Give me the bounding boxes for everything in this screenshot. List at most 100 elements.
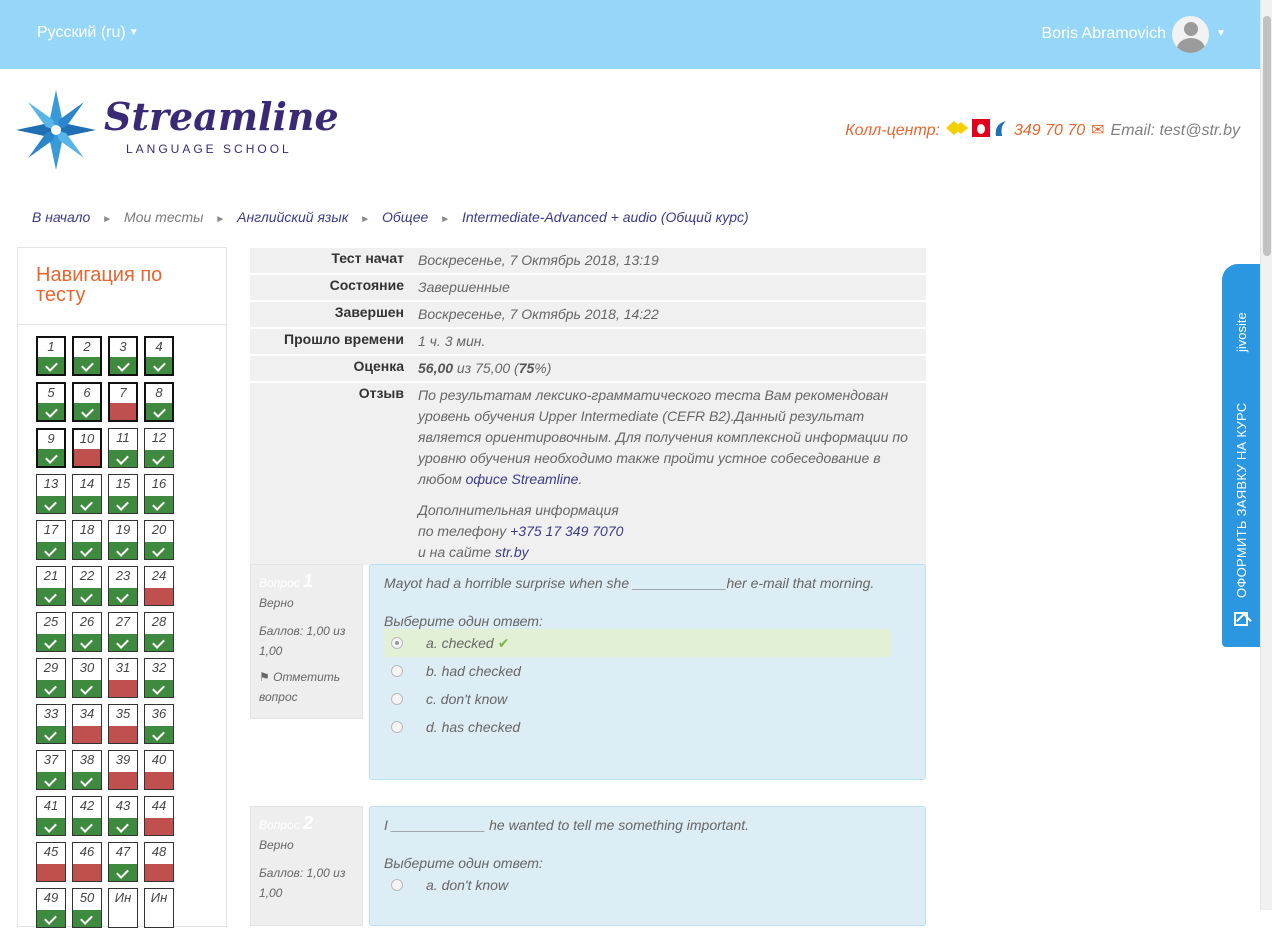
quiz-nav-button[interactable]: 14 (72, 474, 102, 514)
breadcrumb-general[interactable]: Общее (382, 209, 428, 225)
envelope-icon[interactable] (1234, 612, 1248, 626)
breadcrumb-english[interactable]: Английский язык (237, 209, 348, 225)
quiz-nav-button[interactable]: 5 (36, 382, 66, 422)
quiz-nav-button[interactable]: 44 (144, 796, 174, 836)
flag-question-button[interactable]: ⚑ Отметить вопрос (259, 667, 354, 707)
quiz-nav-button[interactable]: 43 (108, 796, 138, 836)
course-request-button[interactable]: ОФОРМИТЬ ЗАЯВКУ НА КУРС (1234, 402, 1249, 598)
radio-button[interactable] (391, 693, 403, 705)
correct-check-icon (145, 496, 173, 513)
quiz-nav-number: 38 (79, 752, 95, 767)
quiz-nav-button[interactable]: 39 (108, 750, 138, 790)
radio-button[interactable] (391, 637, 403, 649)
quiz-nav-button[interactable]: 17 (36, 520, 66, 560)
quiz-nav-button[interactable]: 37 (36, 750, 66, 790)
quiz-nav-button[interactable]: 25 (36, 612, 66, 652)
quiz-nav-button[interactable]: 31 (108, 658, 138, 698)
caret-down-icon[interactable]: ▼ (1216, 28, 1226, 39)
quiz-nav-button[interactable]: 46 (72, 842, 102, 882)
quiz-nav-button[interactable]: 13 (36, 474, 66, 514)
site-link[interactable]: str.by (495, 544, 529, 560)
quiz-nav-button[interactable]: 22 (72, 566, 102, 606)
quiz-nav-button[interactable]: 8 (144, 382, 174, 422)
quiz-nav-button[interactable]: 6 (72, 382, 102, 422)
quiz-nav-button[interactable]: 45 (36, 842, 66, 882)
answer-option[interactable]: c. don't know (384, 685, 911, 713)
quiz-nav-button[interactable]: 36 (144, 704, 174, 744)
radio-button[interactable] (391, 721, 403, 733)
quiz-nav-button[interactable]: Ин (144, 888, 174, 928)
quiz-nav-button[interactable]: 33 (36, 704, 66, 744)
quiz-nav-button[interactable]: 9 (36, 428, 66, 468)
user-menu-name[interactable]: Boris Abramovich (1042, 25, 1167, 43)
quiz-nav-button[interactable]: 40 (144, 750, 174, 790)
caret-down-icon[interactable]: ▼ (129, 27, 139, 38)
quiz-nav-button[interactable]: 47 (108, 842, 138, 882)
status-indicator (109, 680, 137, 697)
quiz-nav-button[interactable]: 41 (36, 796, 66, 836)
quiz-nav-button[interactable]: 35 (108, 704, 138, 744)
quiz-nav-button[interactable]: 7 (108, 382, 138, 422)
grade-value: 56,00 из 75,00 (75%) (410, 355, 926, 383)
quiz-nav-button[interactable]: 19 (108, 520, 138, 560)
radio-button[interactable] (391, 879, 403, 891)
quiz-nav-button[interactable]: 24 (144, 566, 174, 606)
language-menu[interactable]: Русский (ru) ▼ (37, 24, 139, 42)
answer-option[interactable]: a. don't know (384, 871, 911, 899)
jivosite-widget[interactable]: jivosite ОФОРМИТЬ ЗАЯВКУ НА КУРС (1222, 264, 1260, 647)
page-scrollbar[interactable] (1260, 0, 1272, 910)
quiz-nav-button[interactable]: 2 (72, 336, 102, 376)
quiz-nav-button[interactable]: 42 (72, 796, 102, 836)
quiz-nav-button[interactable]: 3 (108, 336, 138, 376)
quiz-nav-button[interactable]: 4 (144, 336, 174, 376)
quiz-nav-number: 19 (115, 522, 131, 537)
status-indicator (73, 726, 101, 743)
breadcrumb: В начало ► Мои тесты ► Английский язык ►… (32, 209, 749, 225)
quiz-nav-button[interactable]: 49 (36, 888, 66, 928)
quiz-nav-button[interactable]: 26 (72, 612, 102, 652)
call-center-phone[interactable]: 349 70 70 (1014, 122, 1085, 139)
state-label: Состояние (250, 274, 410, 302)
quiz-nav-button[interactable]: 27 (108, 612, 138, 652)
quiz-nav-button[interactable]: Ин (108, 888, 138, 928)
quiz-nav-number: 45 (43, 844, 59, 859)
language-label[interactable]: Русский (ru) (37, 24, 126, 41)
question-status: Верно (259, 838, 294, 852)
quiz-nav-button[interactable]: 12 (144, 428, 174, 468)
quiz-nav-button[interactable]: 28 (144, 612, 174, 652)
avatar[interactable] (1172, 16, 1209, 53)
office-link[interactable]: офисе Streamline (466, 471, 579, 487)
quiz-nav-button[interactable]: 11 (108, 428, 138, 468)
quiz-nav-button[interactable]: 32 (144, 658, 174, 698)
quiz-nav-button[interactable]: 48 (144, 842, 174, 882)
quiz-nav-button[interactable]: 29 (36, 658, 66, 698)
quiz-nav-button[interactable]: 15 (108, 474, 138, 514)
flag-icon[interactable]: ⚑ (259, 670, 270, 684)
correct-check-icon (73, 634, 101, 651)
site-logo[interactable]: Streamline LANGUAGE SCHOOL (16, 90, 339, 170)
quiz-nav-button[interactable]: 18 (72, 520, 102, 560)
quiz-nav-button[interactable]: 34 (72, 704, 102, 744)
answer-option[interactable]: b. had checked (384, 657, 911, 685)
quiz-nav-button[interactable]: 1 (36, 336, 66, 376)
phone-link[interactable]: +375 17 349 7070 (510, 523, 623, 539)
quiz-nav-number: 47 (115, 844, 131, 859)
radio-button[interactable] (391, 665, 403, 677)
answer-option[interactable]: d. has checked (384, 713, 911, 741)
quiz-nav-button[interactable]: 38 (72, 750, 102, 790)
envelope-icon: ✉ (1091, 122, 1105, 139)
scrollbar-thumb[interactable] (1263, 16, 1271, 256)
quiz-nav-button[interactable]: 30 (72, 658, 102, 698)
quiz-nav-button[interactable]: 50 (72, 888, 102, 928)
breadcrumb-home[interactable]: В начало (32, 209, 90, 225)
answer-option[interactable]: a. checked ✔ (384, 629, 891, 657)
quiz-nav-button[interactable]: 10 (72, 428, 102, 468)
quiz-nav-button[interactable]: 16 (144, 474, 174, 514)
jivosite-brand[interactable]: jivosite (1234, 312, 1249, 352)
quiz-nav-button[interactable]: 20 (144, 520, 174, 560)
top-navbar: Русский (ru) ▼ Boris Abramovich ▼ (0, 0, 1260, 69)
contact-email[interactable]: Email: test@str.by (1111, 122, 1240, 139)
quiz-nav-button[interactable]: 23 (108, 566, 138, 606)
quiz-nav-button[interactable]: 21 (36, 566, 66, 606)
breadcrumb-course[interactable]: Intermediate-Advanced + audio (Общий кур… (462, 209, 749, 225)
